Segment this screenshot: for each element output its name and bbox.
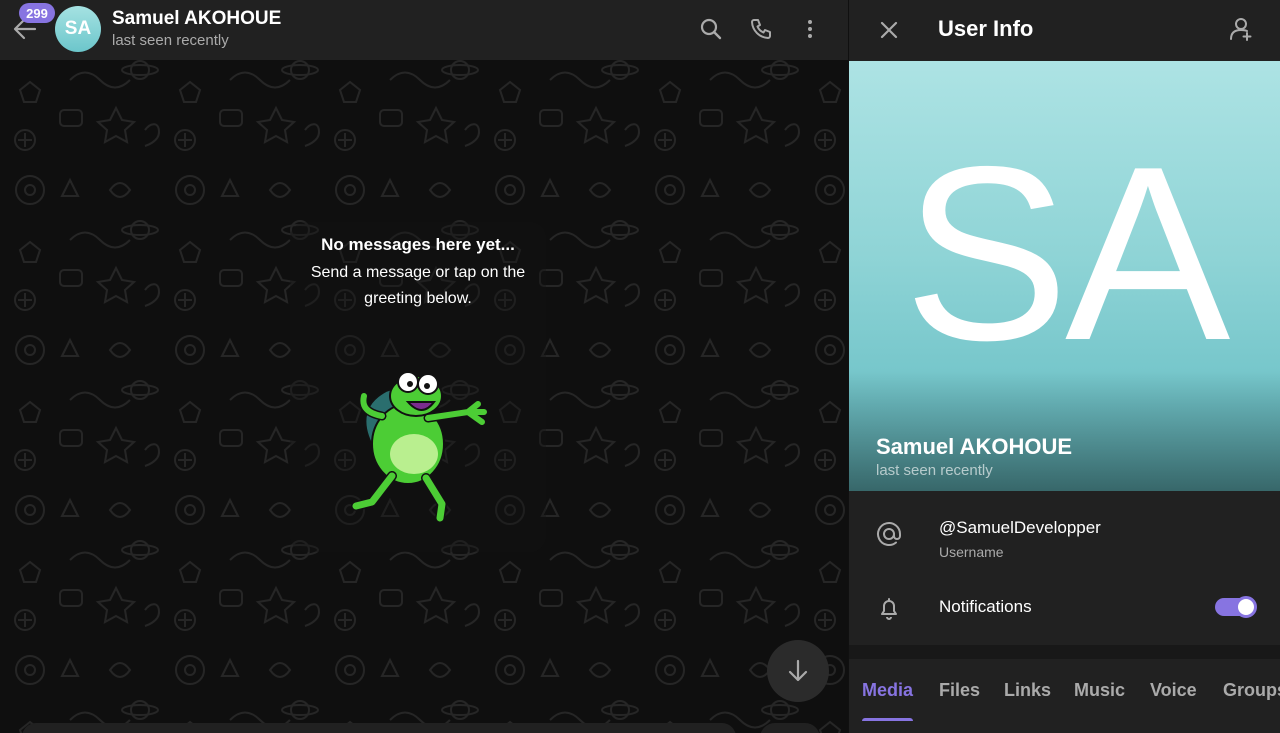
notifications-toggle[interactable] (1215, 596, 1257, 618)
user-info-title: User Info (938, 16, 1034, 41)
close-icon (880, 21, 898, 39)
notifications-label: Notifications (939, 597, 1032, 616)
notifications-row[interactable]: Notifications (849, 586, 1280, 630)
chat-panel: 299 SA Samuel AKOHOUE last seen recently (0, 0, 848, 733)
close-button[interactable] (874, 15, 904, 45)
profile-status: last seen recently (876, 462, 993, 479)
tab-files[interactable]: Files (939, 680, 980, 701)
profile-cover[interactable]: SA Samuel AKOHOUE last seen recently (849, 61, 1280, 491)
unread-count-badge: 299 (19, 3, 55, 23)
search-button[interactable] (696, 14, 726, 44)
empty-chat-card: No messages here yet... Send a message o… (290, 222, 546, 552)
tab-media[interactable]: Media (862, 680, 913, 701)
at-sign-icon (873, 518, 905, 550)
chat-peer-name[interactable]: Samuel AKOHOUE (112, 8, 281, 30)
user-info-panel: User Info SA Samuel AKOHOUE last seen re… (848, 0, 1280, 733)
more-options-button[interactable] (795, 14, 825, 44)
shared-media-tabs: Media Files Links Music Voice Groups (849, 659, 1280, 733)
tab-voice[interactable]: Voice (1150, 680, 1197, 701)
toggle-knob (1235, 596, 1257, 618)
username-label: Username (939, 544, 1004, 560)
add-contact-button[interactable] (1226, 14, 1256, 44)
more-vertical-icon (808, 20, 812, 38)
empty-state-title: No messages here yet... (321, 235, 515, 254)
chat-peer-status: last seen recently (112, 32, 229, 49)
tab-music[interactable]: Music (1074, 680, 1125, 701)
user-info-header: User Info (849, 0, 1280, 60)
empty-state-description: Send a message or tap on the greeting be… (310, 264, 526, 307)
profile-cover-initials: SA (903, 114, 1231, 392)
call-button[interactable] (746, 14, 776, 44)
profile-name: Samuel AKOHOUE (876, 434, 1073, 459)
username-value: @SamuelDevelopper (939, 518, 1101, 537)
telegram-app: 299 SA Samuel AKOHOUE last seen recently (0, 0, 1280, 733)
search-icon (700, 18, 722, 40)
active-tab-indicator (862, 718, 913, 721)
chat-header: 299 SA Samuel AKOHOUE last seen recently (0, 0, 848, 60)
tab-groups[interactable]: Groups (1223, 680, 1280, 701)
send-button[interactable] (760, 723, 820, 733)
frog-greeting-sticker[interactable] (330, 356, 500, 526)
arrow-down-icon (788, 659, 808, 682)
avatar[interactable]: SA (55, 6, 101, 52)
phone-icon (751, 19, 771, 39)
section-divider (849, 645, 1280, 659)
scroll-to-bottom-button[interactable] (767, 640, 829, 702)
tab-links[interactable]: Links (1004, 680, 1051, 701)
add-contact-icon (1230, 18, 1252, 41)
username-row[interactable]: @SamuelDevelopper Username (849, 500, 1280, 572)
bell-icon (873, 592, 905, 624)
message-composer[interactable] (22, 723, 736, 733)
